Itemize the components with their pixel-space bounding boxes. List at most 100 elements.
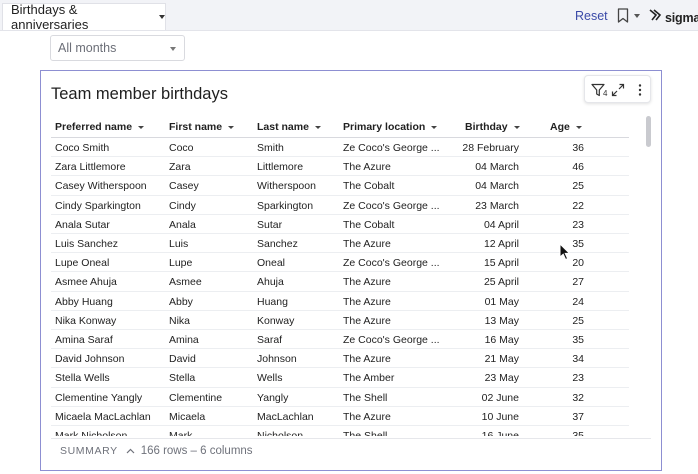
table-row[interactable]: Mark Nicholson Mark Nicholson The Shell 16 J… bbox=[51, 426, 629, 436]
table-cell-age: 36 bbox=[572, 142, 584, 154]
column-header-first-name[interactable]: First name bbox=[169, 121, 235, 133]
table-row[interactable]: Anala Sutar Anala Sutar The Cobalt 04 April 2… bbox=[51, 215, 629, 234]
table-cell-age: 34 bbox=[572, 353, 584, 366]
chevron-down-icon[interactable] bbox=[575, 125, 582, 129]
table-cell-age: 35 bbox=[572, 430, 584, 436]
table-row[interactable]: David Johnson David Johnson The Azure 21 May… bbox=[51, 349, 629, 369]
table-cell-primary-location: The Azure bbox=[343, 161, 391, 174]
table-cell-birthday: 13 May bbox=[484, 314, 519, 327]
table-row[interactable]: Asmee Ahuja Asmee Ahuja The Azure 25 April 27 bbox=[51, 272, 629, 292]
table-cell-first-name: Luis bbox=[169, 238, 189, 250]
table-cell-birthday: 04 April bbox=[483, 218, 519, 231]
bookmark-icon[interactable] bbox=[617, 8, 629, 28]
table-cell-age: 27 bbox=[572, 276, 584, 289]
table-cell-birthday: 23 March bbox=[475, 199, 519, 212]
table-cell-preferred-name: Asmee Ahuja bbox=[55, 276, 117, 289]
table-row[interactable]: Stella Wells Stella Wells The Amber 23 May 23 bbox=[51, 368, 629, 388]
column-header-birthday[interactable]: Birthday bbox=[465, 121, 520, 133]
reset-button[interactable]: Reset bbox=[575, 9, 608, 23]
table-cell-age: 35 bbox=[572, 334, 584, 346]
sigma-logo: sigma bbox=[649, 8, 698, 27]
table-cell-preferred-name: Zara Littlemore bbox=[55, 161, 126, 174]
table-cell-age: 46 bbox=[572, 161, 584, 174]
table-cell-last-name: MacLachlan bbox=[257, 410, 314, 423]
table-cell-primary-location: The Cobalt bbox=[343, 218, 395, 231]
table-cell-preferred-name: Anala Sutar bbox=[55, 218, 110, 231]
table-cell-age: 32 bbox=[572, 391, 584, 404]
table-cell-preferred-name: Cindy Sparkington bbox=[55, 199, 141, 212]
table-cell-first-name: Asmee bbox=[169, 276, 202, 289]
table-cell-last-name: Yangly bbox=[257, 391, 289, 404]
table-row[interactable]: Clementine Yangly Clementine Yangly The She… bbox=[51, 388, 629, 407]
table-cell-last-name: Sutar bbox=[257, 218, 283, 231]
table-row[interactable]: Casey Witherspoon Casey Witherspoon The Cob… bbox=[51, 176, 629, 196]
table-cell-primary-location: The Amber bbox=[343, 372, 395, 385]
table-cell-first-name: Lupe bbox=[169, 257, 193, 270]
summary-bar[interactable]: SUMMARY 166 rows – 6 columns bbox=[51, 438, 651, 462]
table-cell-last-name: Nicholson bbox=[257, 430, 304, 436]
table-cell-birthday: 04 March bbox=[475, 161, 519, 174]
table-row[interactable]: Abby Huang Abby Huang The Azure 01 May 24 bbox=[51, 292, 629, 311]
table-cell-preferred-name: Micaela MacLachlan bbox=[55, 410, 151, 423]
table-scrollbar[interactable] bbox=[646, 116, 651, 147]
table-cell-last-name: Smith bbox=[257, 142, 284, 154]
table-cell-first-name: Cindy bbox=[169, 199, 196, 212]
chevron-down-icon[interactable] bbox=[138, 125, 145, 129]
column-header-primary-location[interactable]: Primary location bbox=[343, 121, 438, 133]
column-header-age[interactable]: Age bbox=[550, 121, 582, 133]
table-cell-primary-location: Ze Coco's George ... bbox=[343, 142, 440, 154]
table-cell-primary-location: Ze Coco's George ... bbox=[343, 334, 440, 346]
table-row[interactable]: Cindy Sparkington Cindy Sparkington Ze Coco… bbox=[51, 196, 629, 215]
cursor-icon bbox=[559, 242, 571, 266]
table-row[interactable]: Nika Konway Nika Konway The Azure 13 May 25 bbox=[51, 311, 629, 330]
table-cell-last-name: Saraf bbox=[257, 334, 283, 346]
table-cell-first-name: Micaela bbox=[169, 410, 206, 423]
expand-icon[interactable] bbox=[611, 83, 625, 102]
table-cell-primary-location: The Shell bbox=[343, 430, 388, 436]
table-row[interactable]: Coco Smith Coco Smith Ze Coco's George ... 2… bbox=[51, 138, 629, 158]
chevron-up-icon[interactable] bbox=[126, 445, 135, 457]
table-cell-birthday: 02 June bbox=[481, 391, 519, 404]
chevron-down-icon[interactable] bbox=[228, 125, 235, 129]
chevron-down-icon[interactable] bbox=[513, 125, 520, 129]
column-header-preferred-name[interactable]: Preferred name bbox=[55, 121, 145, 133]
summary-row-column-count: 166 rows – 6 columns bbox=[140, 444, 253, 457]
chevron-down-icon[interactable] bbox=[159, 15, 165, 19]
table-cell-age: 24 bbox=[572, 295, 584, 308]
table-cell-preferred-name: David Johnson bbox=[55, 353, 125, 366]
page-tab[interactable]: Birthdays & anniversaries bbox=[2, 2, 166, 32]
month-filter-select[interactable]: All months bbox=[50, 35, 185, 61]
chevron-down-icon[interactable] bbox=[314, 125, 321, 129]
table-cell-age: 37 bbox=[572, 410, 584, 423]
table-cell-last-name: Oneal bbox=[257, 257, 286, 270]
table-row[interactable]: Amina Saraf Amina Saraf Ze Coco's George ..… bbox=[51, 330, 629, 350]
table-row[interactable]: Luis Sanchez Luis Sanchez The Azure 12 April… bbox=[51, 234, 629, 254]
table-cell-first-name: Zara bbox=[169, 161, 191, 174]
bookmark-menu-chevron-icon[interactable] bbox=[634, 14, 640, 18]
table-row[interactable]: Micaela MacLachlan Micaela MacLachlan The A… bbox=[51, 407, 629, 426]
top-bar: Birthdays & anniversaries Reset sigma bbox=[0, 0, 698, 32]
table-cell-last-name: Witherspoon bbox=[257, 180, 316, 193]
page-tab-label: Birthdays & anniversaries bbox=[11, 2, 89, 32]
chevron-down-icon[interactable] bbox=[431, 125, 438, 129]
table-cell-first-name: Nika bbox=[169, 314, 191, 327]
birthdays-table-panel: Team member birthdays 4 Preferred name F… bbox=[40, 70, 662, 471]
table-cell-last-name: Konway bbox=[257, 314, 295, 327]
table-cell-first-name: Anala bbox=[169, 218, 196, 231]
table-cell-primary-location: Ze Coco's George ... bbox=[343, 199, 440, 212]
table-row[interactable]: Lupe Oneal Lupe Oneal Ze Coco's George ... 1… bbox=[51, 253, 629, 273]
table-cell-first-name: Amina bbox=[169, 334, 199, 346]
table-cell-first-name: Mark bbox=[169, 430, 193, 436]
table-cell-preferred-name: Casey Witherspoon bbox=[55, 180, 147, 193]
table-cell-first-name: Stella bbox=[169, 372, 196, 385]
table-row[interactable]: Zara Littlemore Zara Littlemore The Azure 04… bbox=[51, 157, 629, 177]
table-cell-preferred-name: Coco Smith bbox=[55, 142, 110, 154]
column-header-last-name[interactable]: Last name bbox=[257, 121, 321, 133]
more-vertical-icon[interactable] bbox=[637, 83, 643, 102]
table-cell-age: 25 bbox=[572, 180, 584, 193]
table-cell-age: 23 bbox=[572, 372, 584, 385]
table-cell-primary-location: The Azure bbox=[343, 410, 391, 423]
table-cell-birthday: 04 March bbox=[475, 180, 519, 193]
table-cell-age: 22 bbox=[572, 199, 584, 212]
table-cell-birthday: 25 April bbox=[483, 276, 519, 289]
